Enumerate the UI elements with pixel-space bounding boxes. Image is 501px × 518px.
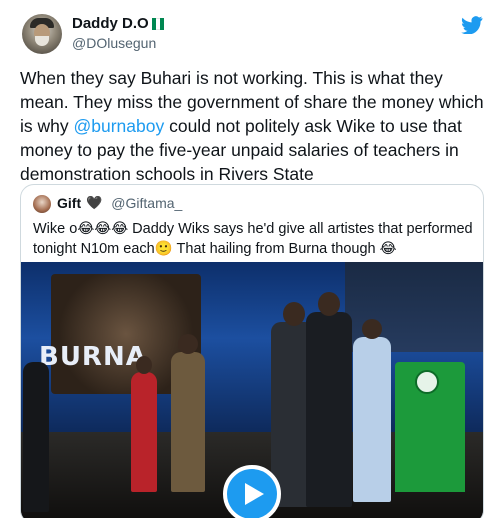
- author-handle[interactable]: @DOlusegun: [72, 35, 156, 51]
- author-name-row: Daddy D.O: [72, 15, 164, 32]
- performer-figure: [131, 372, 157, 492]
- performer-head: [178, 334, 198, 354]
- quoted-tweet[interactable]: Gift 🖤 @Giftama_ Wike o😂😂😂 Daddy Wiks sa…: [20, 184, 484, 518]
- quoted-tweet-text: Wike o😂😂😂 Daddy Wiks says he'd give all …: [33, 221, 473, 257]
- performer-figure: [353, 337, 391, 502]
- performer-head: [283, 302, 305, 326]
- performer-figure: [23, 362, 49, 512]
- quoted-author-avatar[interactable]: [33, 195, 51, 213]
- black-heart-icon: 🖤: [86, 195, 103, 210]
- mention-link[interactable]: @burnaboy: [73, 116, 164, 136]
- author-display-name[interactable]: Daddy D.O: [72, 15, 149, 32]
- performer-head: [362, 319, 382, 339]
- performer-figure: [171, 352, 205, 492]
- video-player[interactable]: BURNA: [21, 262, 483, 518]
- tweet-text: When they say Buhari is not working. Thi…: [20, 66, 490, 186]
- performer-head: [136, 356, 152, 374]
- play-button[interactable]: [223, 465, 281, 518]
- performer-figure: [306, 312, 352, 507]
- quoted-author-handle[interactable]: @Giftama_: [111, 195, 182, 211]
- nigeria-flag-icon: [151, 17, 164, 30]
- author-avatar[interactable]: [22, 14, 62, 54]
- quoted-author-name[interactable]: Gift: [57, 195, 81, 211]
- tweet-card: Daddy D.O @DOlusegun When they say Buhar…: [0, 0, 501, 518]
- stage-screen-text: BURNA: [39, 342, 147, 372]
- podium-seal: [415, 370, 439, 394]
- quoted-author-row: Gift 🖤 @Giftama_: [57, 195, 182, 211]
- performer-head: [318, 292, 340, 316]
- play-icon: [245, 483, 264, 505]
- twitter-bird-icon[interactable]: [461, 16, 483, 34]
